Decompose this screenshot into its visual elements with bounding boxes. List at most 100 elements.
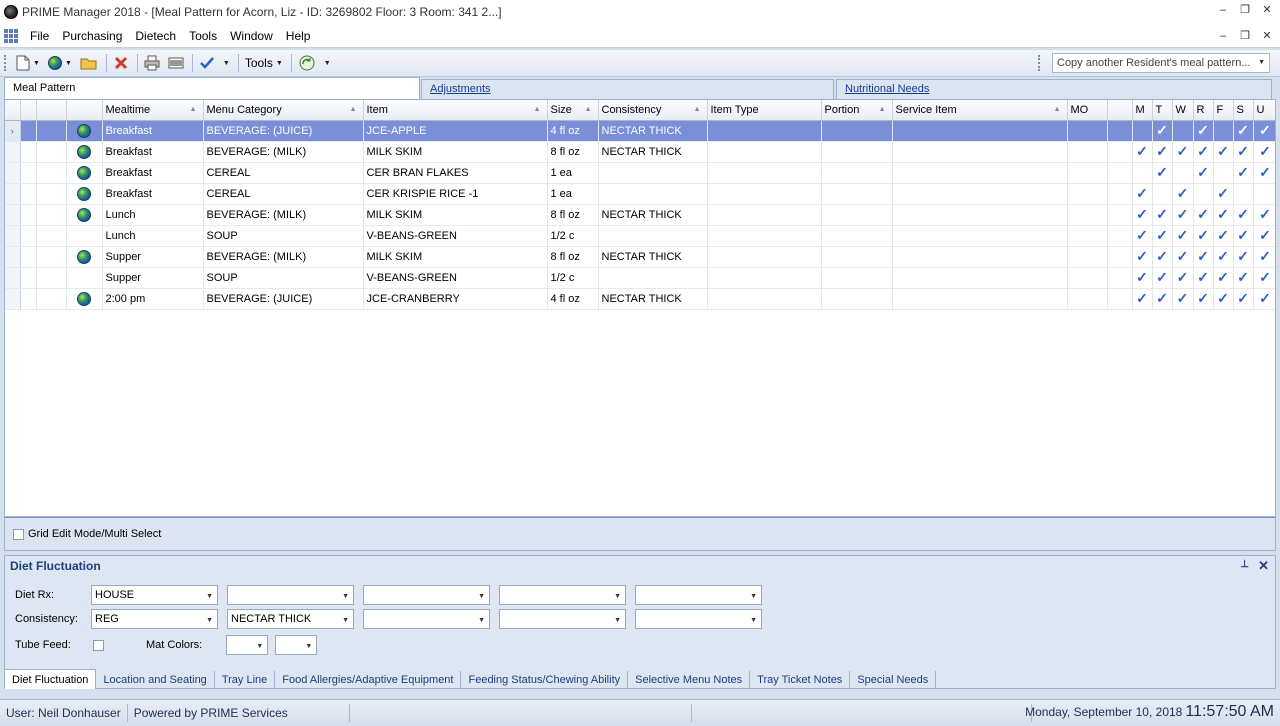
table-row[interactable]: Breakfast CEREAL CER BRAN FLAKES 1 ea ✓ ✓ ✓ ✓ <box>5 162 1275 184</box>
tab-special-needs[interactable]: Special Needs <box>850 671 937 689</box>
consistency-cell[interactable] <box>598 162 708 184</box>
menu-category-cell[interactable]: BEVERAGE: (JUICE) <box>203 120 364 142</box>
day-f-checkbox[interactable]: ✓ <box>1213 183 1234 205</box>
day-s-checkbox[interactable]: ✓ <box>1233 287 1254 310</box>
child-close-icon[interactable]: ✕ <box>1260 29 1274 43</box>
day-r-checkbox[interactable]: ✓ <box>1193 203 1214 226</box>
row-selector[interactable] <box>5 287 21 310</box>
day-w-checkbox[interactable]: ✓ <box>1172 141 1194 163</box>
day-u-checkbox[interactable]: ✓ <box>1253 287 1275 310</box>
mealtime-cell[interactable]: Breakfast <box>102 162 204 184</box>
portion-cell[interactable] <box>821 183 893 205</box>
day-t-checkbox[interactable]: ✓ <box>1152 141 1173 163</box>
day-s-checkbox[interactable] <box>1233 183 1254 205</box>
item-type-cell[interactable] <box>707 225 822 247</box>
day-r-checkbox[interactable]: ✓ <box>1193 267 1214 289</box>
day-t-checkbox[interactable]: ✓ <box>1152 225 1173 247</box>
menu-window[interactable]: Window <box>230 29 273 43</box>
approve-dropdown-icon[interactable]: ▼ <box>223 60 230 67</box>
day-w-checkbox[interactable] <box>1172 162 1194 184</box>
service-item-cell[interactable] <box>892 287 1068 310</box>
day-t-checkbox[interactable]: ✓ <box>1152 162 1173 184</box>
portion-cell[interactable] <box>821 162 893 184</box>
service-item-cell[interactable] <box>892 245 1068 268</box>
size-cell[interactable]: 8 fl oz <box>547 203 599 226</box>
mo-cell[interactable] <box>1067 120 1108 142</box>
row-selector[interactable] <box>5 225 21 247</box>
day-f-checkbox[interactable] <box>1213 120 1234 142</box>
day-u-checkbox[interactable] <box>1253 183 1275 205</box>
item-cell[interactable]: MILK SKIM <box>363 245 548 268</box>
size-cell[interactable]: 1/2 c <box>547 267 599 289</box>
day-f-checkbox[interactable] <box>1213 162 1234 184</box>
item-cell[interactable]: CER BRAN FLAKES <box>363 162 548 184</box>
chevron-down-icon[interactable]: ▼ <box>1258 59 1265 66</box>
day-r-checkbox[interactable]: ✓ <box>1193 162 1214 184</box>
day-t-checkbox[interactable]: ✓ <box>1152 203 1173 226</box>
tab-feeding-status[interactable]: Feeding Status/Chewing Ability <box>461 671 629 689</box>
day-m-checkbox[interactable] <box>1132 162 1153 184</box>
tools-dropdown-button[interactable]: Tools ▼ <box>245 53 283 73</box>
day-u-checkbox[interactable]: ✓ <box>1253 120 1275 142</box>
header-mo[interactable]: MO <box>1067 100 1108 121</box>
item-cell[interactable]: MILK SKIM <box>363 141 548 163</box>
day-m-checkbox[interactable]: ✓ <box>1132 245 1153 268</box>
service-item-cell[interactable] <box>892 203 1068 226</box>
header-day-s[interactable]: S <box>1233 100 1254 121</box>
minimize-icon[interactable]: – <box>1216 3 1230 17</box>
menu-tools[interactable]: Tools <box>189 29 217 43</box>
new-document-button[interactable]: ▼ <box>16 53 40 73</box>
table-row[interactable]: 2:00 pm BEVERAGE: (JUICE) JCE-CRANBERRY 4 f… <box>5 287 1275 310</box>
tab-tray-line[interactable]: Tray Line <box>215 671 276 689</box>
day-f-checkbox[interactable]: ✓ <box>1213 141 1234 163</box>
table-row[interactable]: Supper BEVERAGE: (MILK) MILK SKIM 8 fl oz NE… <box>5 245 1275 268</box>
consistency-cell[interactable] <box>598 183 708 205</box>
table-row[interactable]: Breakfast BEVERAGE: (MILK) MILK SKIM 8 fl o… <box>5 141 1275 163</box>
menu-category-cell[interactable]: BEVERAGE: (JUICE) <box>203 287 364 310</box>
consistency-select-2[interactable]: NECTAR THICK ▼ <box>227 609 354 629</box>
consistency-select-5[interactable]: ▼ <box>635 609 762 629</box>
day-w-checkbox[interactable]: ✓ <box>1172 183 1194 205</box>
day-s-checkbox[interactable]: ✓ <box>1233 120 1254 142</box>
menu-category-cell[interactable]: CEREAL <box>203 183 364 205</box>
item-type-cell[interactable] <box>707 183 822 205</box>
table-row[interactable]: Supper SOUP V-BEANS-GREEN 1/2 c ✓ ✓ ✓ ✓ ✓ ✓ ✓ <box>5 267 1275 289</box>
consistency-cell[interactable] <box>598 225 708 247</box>
row-selector[interactable] <box>5 203 21 226</box>
day-m-checkbox[interactable]: ✓ <box>1132 183 1153 205</box>
menu-category-cell[interactable]: CEREAL <box>203 162 364 184</box>
menu-file[interactable]: File <box>30 29 49 43</box>
service-item-cell[interactable] <box>892 162 1068 184</box>
portion-cell[interactable] <box>821 141 893 163</box>
day-s-checkbox[interactable]: ✓ <box>1233 141 1254 163</box>
tab-food-allergies[interactable]: Food Allergies/Adaptive Equipment <box>275 671 462 689</box>
tab-adjustments[interactable]: Adjustments <box>421 79 834 99</box>
menu-category-cell[interactable]: SOUP <box>203 225 364 247</box>
portion-cell[interactable] <box>821 120 893 142</box>
mealtime-cell[interactable]: Breakfast <box>102 120 204 142</box>
day-s-checkbox[interactable]: ✓ <box>1233 225 1254 247</box>
day-r-checkbox[interactable]: ✓ <box>1193 245 1214 268</box>
table-row[interactable]: › Breakfast BEVERAGE: (JUICE) JCE-APPLE 4 fl… <box>5 120 1275 142</box>
portion-cell[interactable] <box>821 225 893 247</box>
row-selector[interactable] <box>5 183 21 205</box>
header-item[interactable]: Item ▲ <box>363 100 548 121</box>
mo-cell[interactable] <box>1067 203 1108 226</box>
item-type-cell[interactable] <box>707 162 822 184</box>
header-portion[interactable]: Portion ▲ <box>821 100 893 121</box>
child-minimize-icon[interactable]: – <box>1216 29 1230 43</box>
delete-button[interactable] <box>113 53 129 73</box>
size-cell[interactable]: 8 fl oz <box>547 245 599 268</box>
day-w-checkbox[interactable]: ✓ <box>1172 245 1194 268</box>
day-s-checkbox[interactable]: ✓ <box>1233 162 1254 184</box>
day-t-checkbox[interactable]: ✓ <box>1152 267 1173 289</box>
row-selector[interactable] <box>5 162 21 184</box>
header-day-w[interactable]: W <box>1172 100 1194 121</box>
row-selector[interactable]: › <box>5 120 21 142</box>
day-t-checkbox[interactable] <box>1152 183 1173 205</box>
panel-close-icon[interactable]: ✕ <box>1258 558 1269 574</box>
mat-color-select-2[interactable]: ▼ <box>275 635 318 655</box>
tab-location-seating[interactable]: Location and Seating <box>96 671 215 689</box>
day-r-checkbox[interactable]: ✓ <box>1193 141 1214 163</box>
day-m-checkbox[interactable]: ✓ <box>1132 203 1153 226</box>
